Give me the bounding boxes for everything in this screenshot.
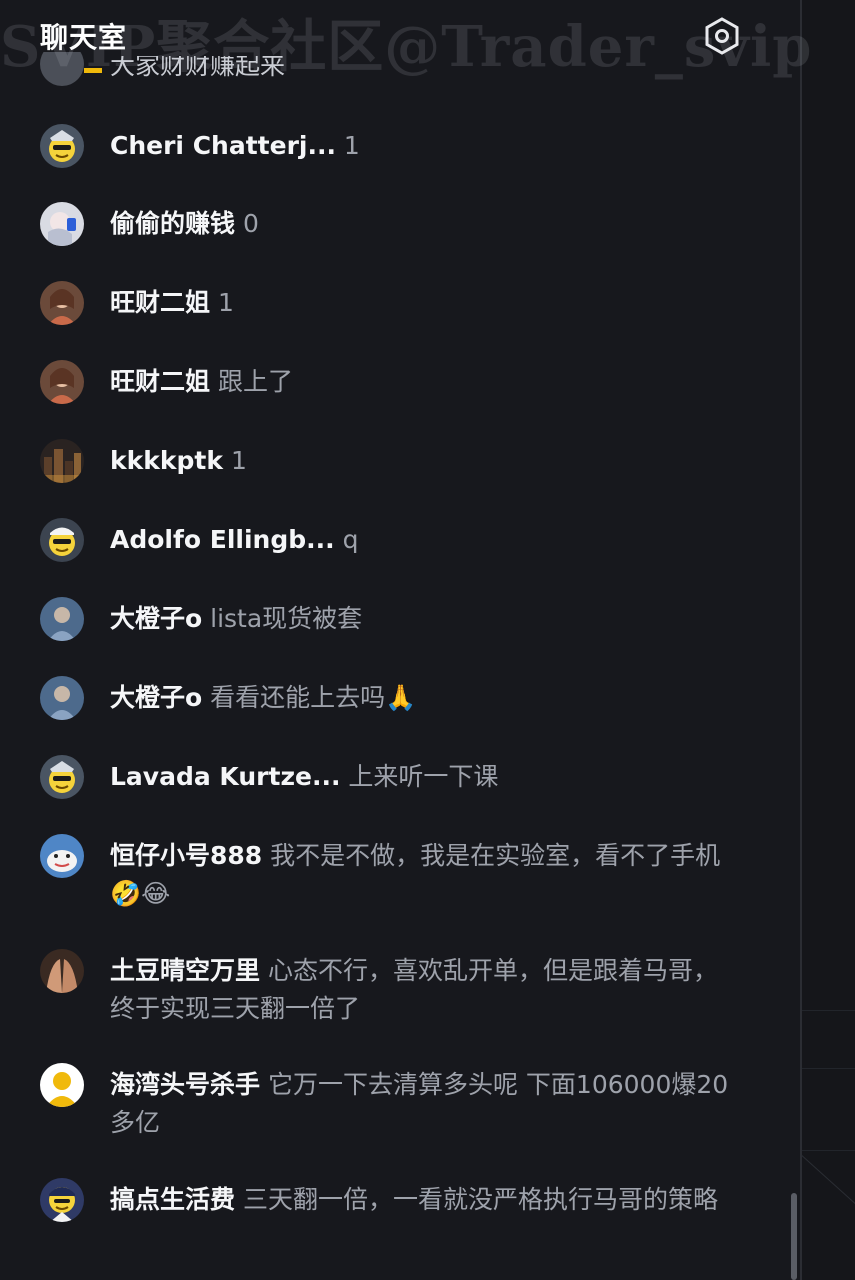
message-text: 0 bbox=[242, 209, 259, 238]
hands-photo-avatar[interactable] bbox=[40, 949, 84, 993]
message-text: 上来听一下课 bbox=[348, 762, 499, 791]
message-username[interactable]: 恒仔小号888 bbox=[110, 841, 262, 870]
message-text: 1 bbox=[230, 446, 247, 475]
chat-header: 聊天室 bbox=[0, 0, 800, 70]
cartoon-blue-avatar[interactable] bbox=[40, 834, 84, 878]
message-username[interactable]: 旺财二姐 bbox=[110, 367, 210, 396]
girl-photo-avatar[interactable] bbox=[40, 360, 84, 404]
blue-photo-avatar[interactable] bbox=[40, 597, 84, 641]
chat-scrollbar[interactable] bbox=[791, 1193, 797, 1280]
emoji-sailor-avatar[interactable] bbox=[40, 518, 84, 562]
message-text: 1 bbox=[217, 288, 234, 317]
yellow-default-avatar[interactable] bbox=[40, 1063, 84, 1107]
blue-photo-avatar[interactable] bbox=[40, 676, 84, 720]
message-username[interactable]: 土豆晴空万里 bbox=[110, 956, 260, 985]
city-photo-avatar[interactable] bbox=[40, 439, 84, 483]
message-username[interactable]: 旺财二姐 bbox=[110, 288, 210, 317]
girl-photo-avatar[interactable] bbox=[40, 281, 84, 325]
page-title: 聊天室 bbox=[40, 21, 128, 54]
chat-room-panel: 大家财财赚起来 聊天室 Cheri Chatterj... 1 偷偷的赚钱 0 … bbox=[0, 0, 800, 1280]
message-text: q bbox=[342, 525, 359, 554]
emoji-captain-avatar[interactable] bbox=[40, 1178, 84, 1222]
message-username[interactable]: Cheri Chatterj... bbox=[110, 131, 336, 160]
message-text: 跟上了 bbox=[217, 367, 293, 396]
message-username[interactable]: kkkkptk bbox=[110, 446, 223, 475]
message-username[interactable]: 大橙子o bbox=[110, 604, 202, 633]
message-username[interactable]: 偷偷的赚钱 bbox=[110, 209, 235, 238]
message-text: lista现货被套 bbox=[210, 604, 363, 633]
emoji-police-avatar[interactable] bbox=[40, 755, 84, 799]
live-chat-screen: 大家财财赚起来 聊天室 Cheri Chatterj... 1 偷偷的赚钱 0 … bbox=[0, 0, 855, 1280]
message-text: 1 bbox=[343, 131, 360, 160]
message-username[interactable]: Adolfo Ellingb... bbox=[110, 525, 335, 554]
message-username[interactable]: Lavada Kurtze... bbox=[110, 762, 340, 791]
emoji-police-avatar[interactable] bbox=[40, 124, 84, 168]
message-text: 看看还能上去吗🙏 bbox=[210, 683, 417, 712]
message-username[interactable]: 海湾头号杀手 bbox=[110, 1070, 260, 1099]
message-text: 三天翻一倍，一看就没严格执行马哥的策略 bbox=[242, 1185, 718, 1214]
message-username[interactable]: 大橙子o bbox=[110, 683, 202, 712]
right-side-panel bbox=[800, 0, 855, 1280]
hexagon-icon[interactable] bbox=[702, 16, 742, 56]
message-username[interactable]: 搞点生活费 bbox=[110, 1185, 235, 1214]
anime-girl-avatar[interactable] bbox=[40, 202, 84, 246]
